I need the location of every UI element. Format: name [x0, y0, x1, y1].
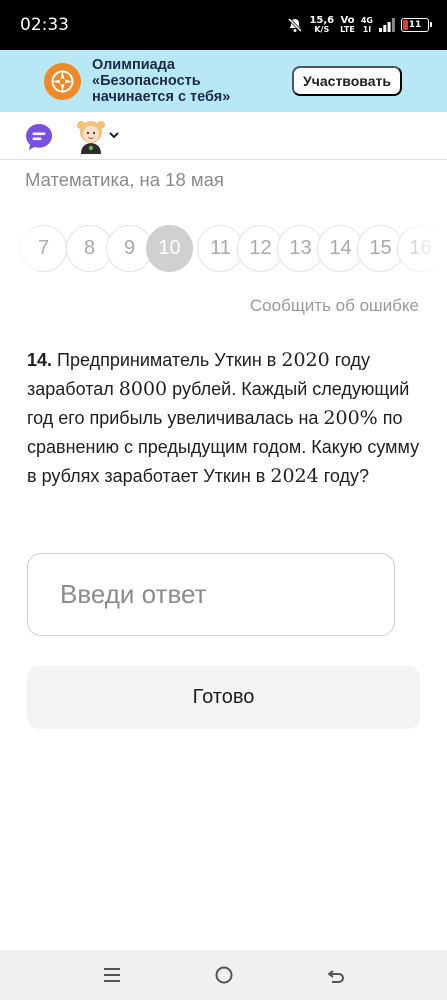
pager-fade-left [0, 225, 45, 273]
question-pager: 7 8 9 10 11 12 13 14 15 16 [0, 225, 447, 273]
math-year-2: 2024 [270, 465, 319, 487]
pager-fade-right [397, 225, 447, 273]
back-icon[interactable] [324, 963, 348, 987]
app-header [0, 112, 447, 160]
math-year-1: 2020 [281, 349, 330, 371]
done-button[interactable]: Готово [27, 666, 420, 729]
mute-notifications-icon [288, 17, 303, 33]
battery-icon: 11 [401, 18, 432, 32]
task-number: 14. [27, 350, 53, 370]
menu-icon[interactable] [100, 963, 124, 987]
math-percent: 200% [323, 407, 378, 429]
battery-fill [403, 20, 408, 30]
olympiad-logo [44, 63, 81, 100]
battery-level: 11 [408, 20, 422, 30]
network-type: 4G 1l [360, 16, 373, 34]
system-nav-bar [0, 950, 447, 1000]
math-amount: 8000 [118, 378, 168, 400]
page-10-active[interactable]: 10 [146, 225, 193, 272]
status-time: 02:33 [20, 15, 69, 35]
chat-bubble-icon[interactable] [24, 122, 54, 152]
task-text: 14. Предприниматель Уткин в 2020 году за… [27, 349, 420, 487]
subject-date-title: Математика, на 18 мая [25, 169, 224, 190]
compass-icon [51, 70, 74, 93]
volte-indicator: Vo LTE [340, 15, 355, 35]
avatar[interactable] [75, 118, 107, 154]
participate-button[interactable]: Участвовать [292, 66, 402, 96]
report-error-link[interactable]: Сообщить об ошибке [250, 296, 419, 316]
net-speed: 15,6 K/S [309, 15, 335, 35]
chevron-down-icon[interactable] [108, 130, 120, 140]
answer-input[interactable] [27, 553, 395, 636]
signal-icon [379, 18, 395, 32]
banner-title: Олимпиада «Безопасность начинается с теб… [92, 57, 231, 105]
olympiad-banner[interactable]: Олимпиада «Безопасность начинается с теб… [0, 50, 447, 112]
status-icons: 15,6 K/S Vo LTE 4G 1l 11 [287, 13, 432, 37]
status-bar: 02:33 15,6 K/S Vo LTE 4G 1l 11 [0, 0, 447, 50]
home-circle-icon[interactable] [212, 963, 236, 987]
